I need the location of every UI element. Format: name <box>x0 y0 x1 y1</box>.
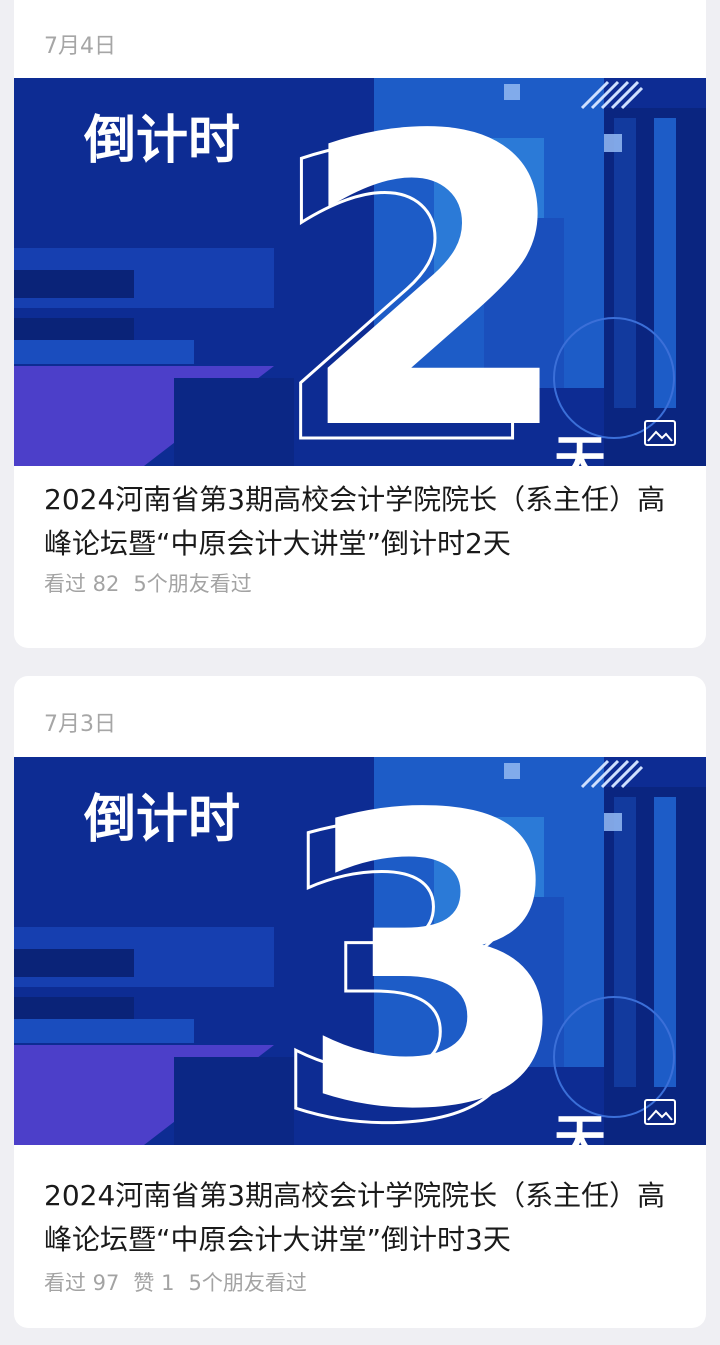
cover-unit: 天 <box>554 431 606 466</box>
cover-headline: 倒计时 <box>83 111 240 171</box>
article-card[interactable]: 7月3日 倒计时 3 3 天 2024河南省第3期高校会计学院院长（系主任）高峰… <box>14 676 706 1328</box>
article-meta: 看过 82 5个朋友看过 <box>44 568 266 598</box>
article-title[interactable]: 2024河南省第3期高校会计学院院长（系主任）高峰论坛暨“中原会计大讲堂”倒计时… <box>44 1174 684 1262</box>
cover-headline: 倒计时 <box>83 790 240 850</box>
article-title[interactable]: 2024河南省第3期高校会计学院院长（系主任）高峰论坛暨“中原会计大讲堂”倒计时… <box>44 478 684 566</box>
view-count: 看过 97 <box>44 1271 120 1295</box>
like-count: 赞 1 <box>133 1271 175 1295</box>
article-meta: 看过 97 赞 1 5个朋友看过 <box>44 1267 321 1297</box>
cover-unit: 天 <box>554 1110 606 1145</box>
article-cover-image[interactable]: 倒计时 2 2 天 <box>14 78 706 466</box>
friends-viewed: 5个朋友看过 <box>133 572 252 596</box>
friends-viewed: 5个朋友看过 <box>188 1271 307 1295</box>
view-count: 看过 82 <box>44 572 120 596</box>
article-date: 7月4日 <box>44 34 116 59</box>
cover-number: 3 <box>296 757 574 1145</box>
article-cover-image[interactable]: 倒计时 3 3 天 <box>14 757 706 1145</box>
article-date: 7月3日 <box>44 712 116 737</box>
cover-number: 2 <box>296 78 574 466</box>
article-card[interactable]: 7月4日 倒计时 2 2 天 2024河南省第3期高校会计学院院长（系主任）高峰… <box>14 0 706 648</box>
image-icon <box>644 420 676 446</box>
image-icon <box>644 1099 676 1125</box>
